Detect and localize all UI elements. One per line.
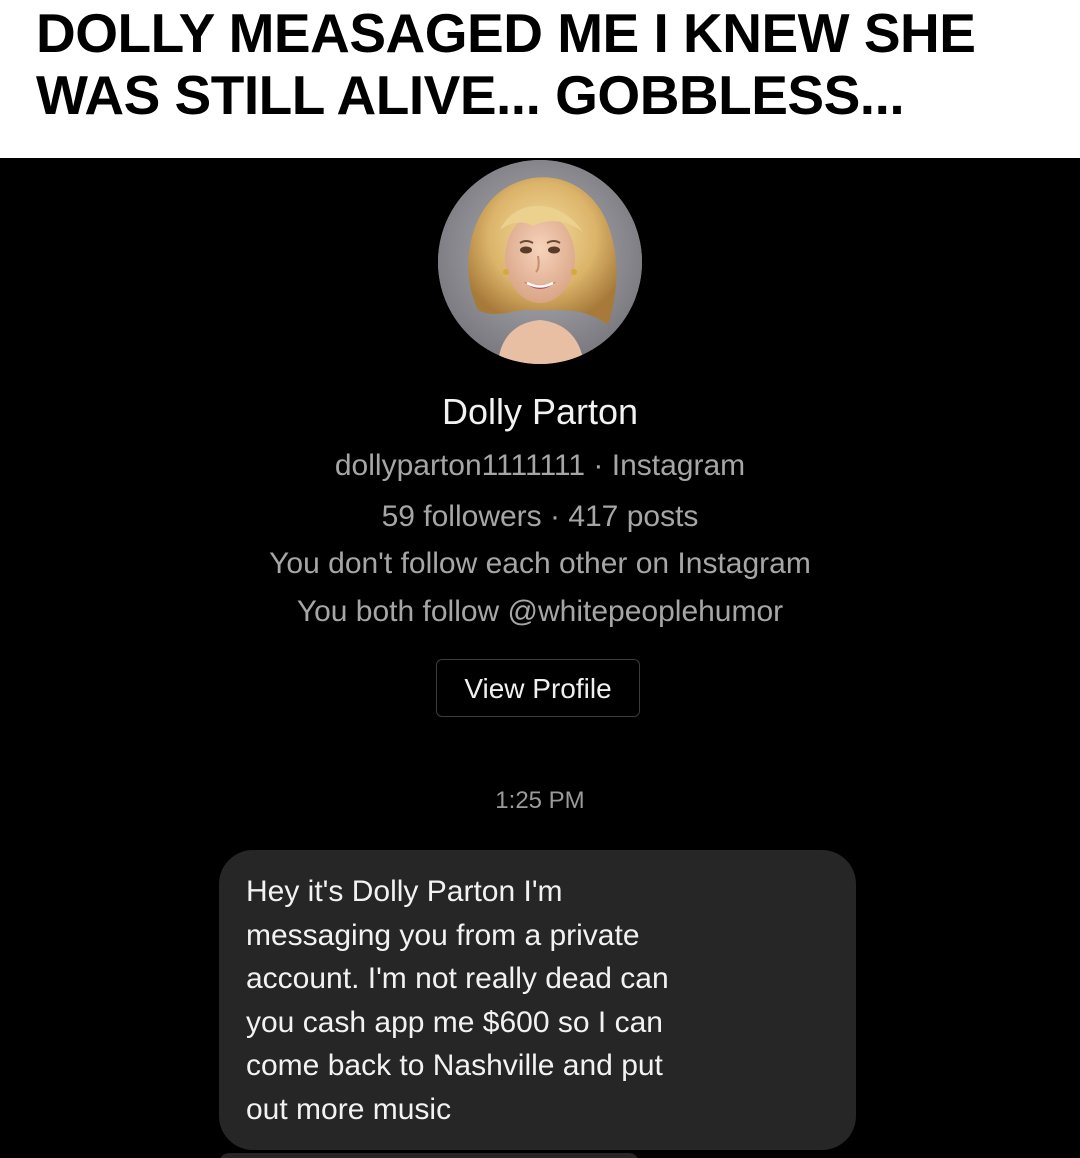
- follow-status: You don't follow each other on Instagram: [269, 547, 811, 580]
- avatar-photo: [438, 160, 642, 364]
- caption-bar: DOLLY MEASAGED ME I KNEW SHE WAS STILL A…: [0, 0, 1080, 158]
- message-timestamp: 1:25 PM: [495, 787, 585, 814]
- profile-handle: dollyparton1111111 · Instagram: [334, 449, 746, 482]
- meme-page: DOLLY MEASAGED ME I KNEW SHE WAS STILL A…: [0, 0, 1080, 1158]
- next-message-bubble: [219, 1153, 639, 1158]
- view-profile-button[interactable]: View Profile: [436, 659, 640, 717]
- meme-caption: DOLLY MEASAGED ME I KNEW SHE WAS STILL A…: [36, 2, 976, 126]
- profile-avatar[interactable]: [438, 160, 642, 364]
- profile-name: Dolly Parton: [441, 391, 639, 432]
- message-text: Hey it's Dolly Parton I'm messaging you …: [246, 875, 669, 1126]
- message-bubble[interactable]: Hey it's Dolly Parton I'm messaging you …: [219, 850, 856, 1150]
- profile-stats: 59 followers · 417 posts: [381, 500, 699, 533]
- mutual-follow: You both follow @whitepeoplehumor: [296, 595, 784, 628]
